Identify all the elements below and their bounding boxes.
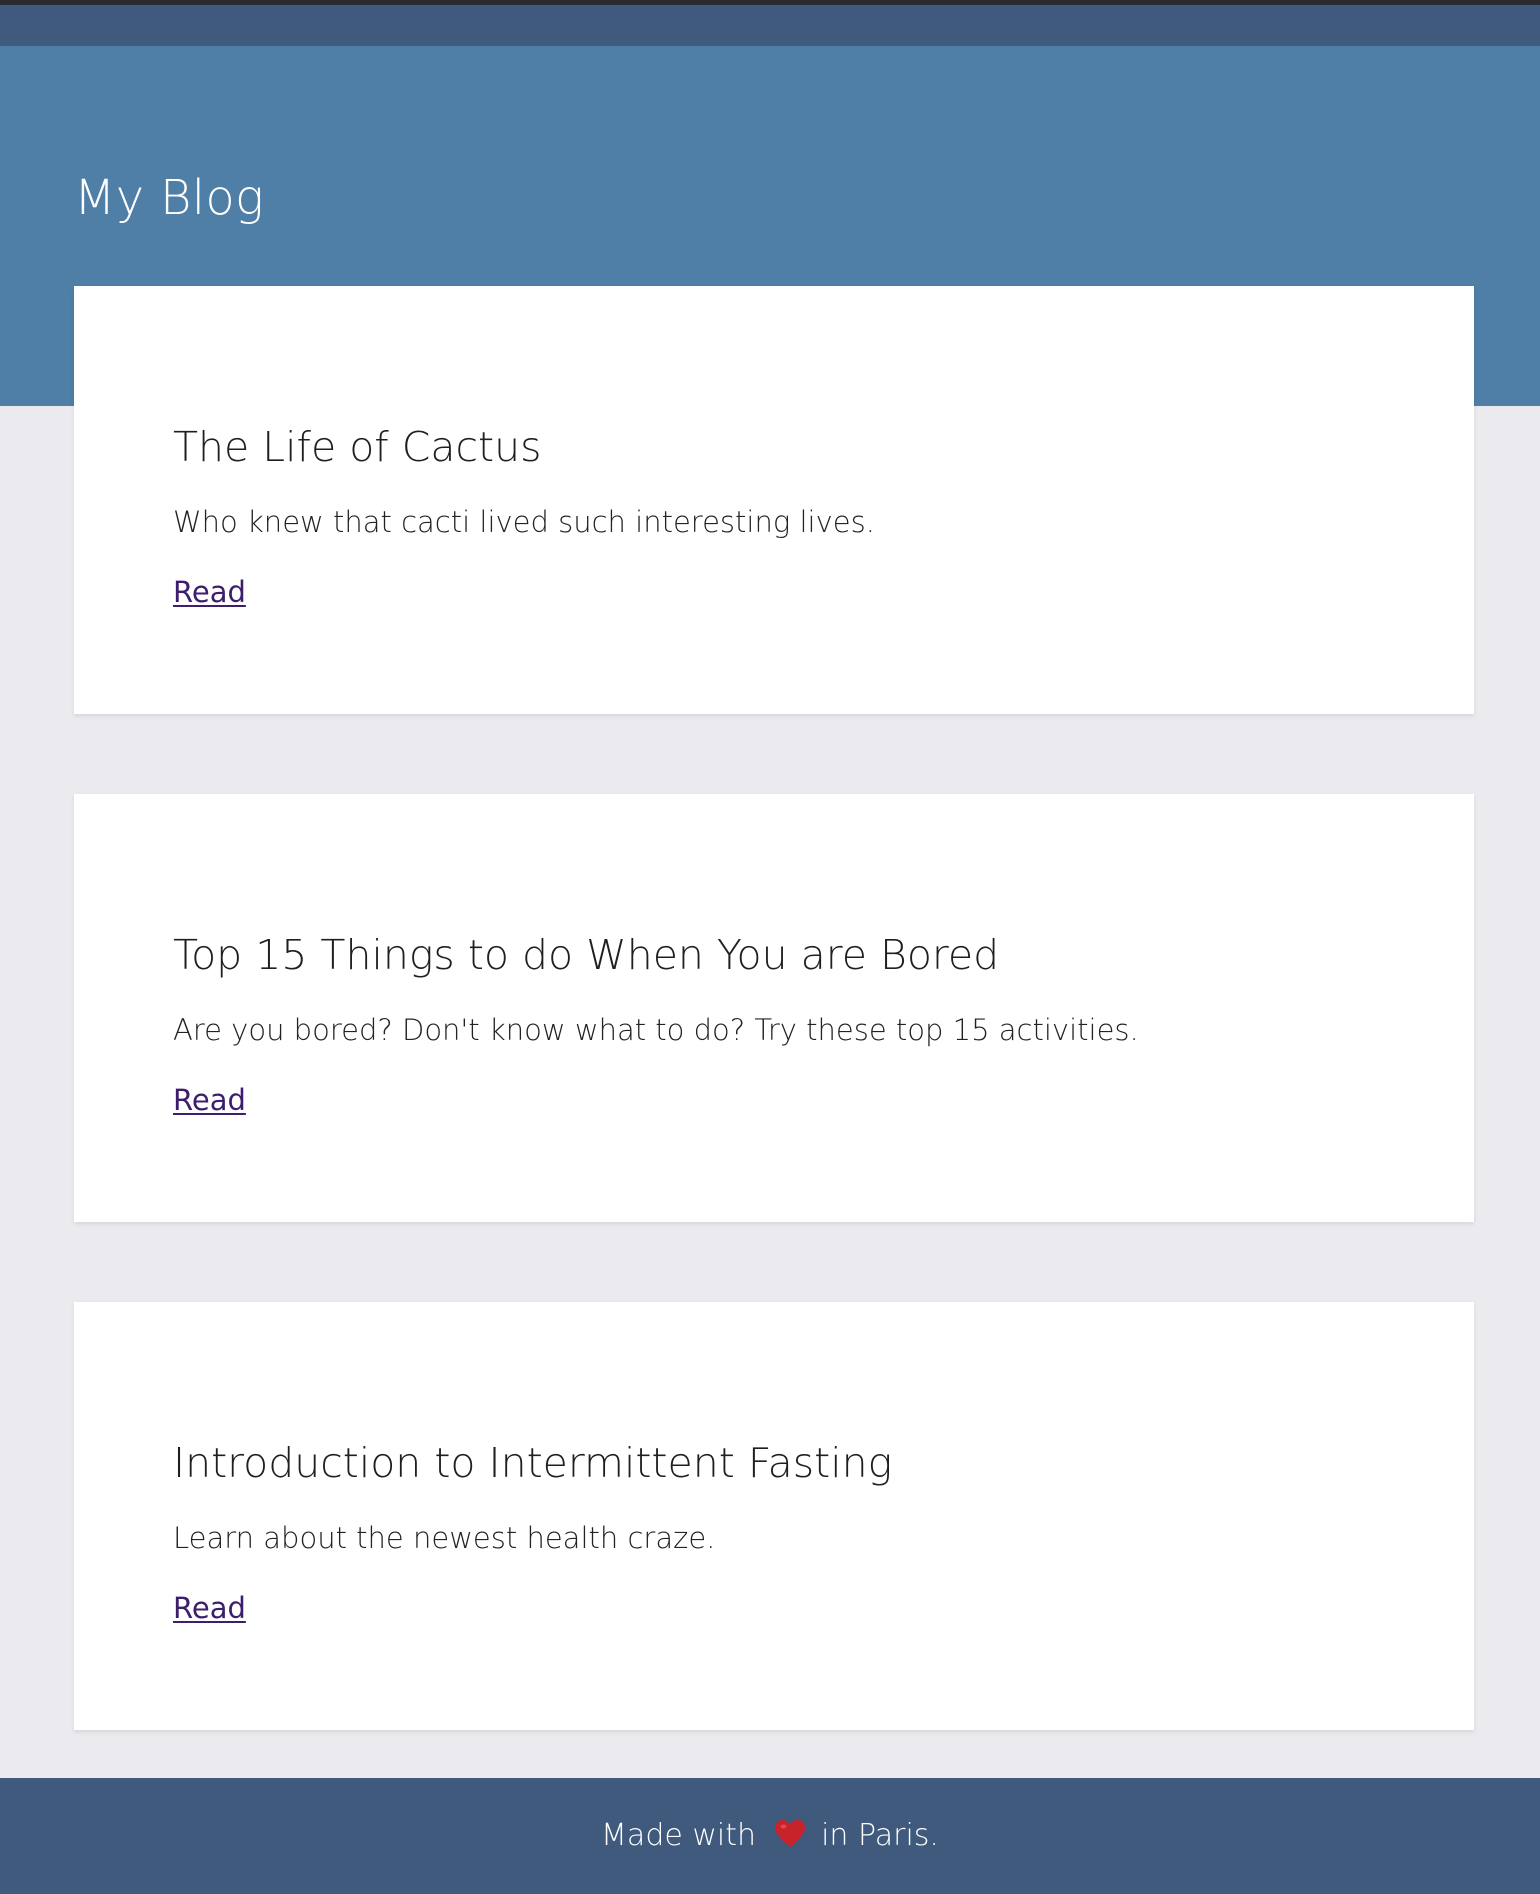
read-link[interactable]: Read <box>173 1588 246 1628</box>
post-title: Top 15 Things to do When You are Bored <box>173 931 1000 979</box>
post-excerpt: Who knew that cacti lived such interesti… <box>173 505 875 539</box>
post-title: Introduction to Intermittent Fasting <box>173 1439 893 1487</box>
footer-suffix: in Paris. <box>821 1818 939 1853</box>
site-footer: Made with in Paris. <box>0 1778 1540 1894</box>
post-excerpt: Learn about the newest health craze. <box>173 1521 716 1555</box>
read-link[interactable]: Read <box>173 1080 246 1120</box>
footer-prefix: Made with <box>601 1818 756 1853</box>
top-bar <box>0 5 1540 46</box>
post-excerpt: Are you bored? Don't know what to do? Tr… <box>173 1013 1139 1047</box>
site-title[interactable]: My Blog <box>74 168 264 228</box>
post-card: Top 15 Things to do When You are Bored A… <box>74 794 1474 1222</box>
read-link[interactable]: Read <box>173 572 246 612</box>
footer-text: Made with in Paris. <box>601 1814 939 1858</box>
post-title: The Life of Cactus <box>173 423 542 471</box>
post-card: The Life of Cactus Who knew that cacti l… <box>74 286 1474 714</box>
post-card: Introduction to Intermittent Fasting Lea… <box>74 1302 1474 1730</box>
heart-icon <box>774 1818 806 1848</box>
